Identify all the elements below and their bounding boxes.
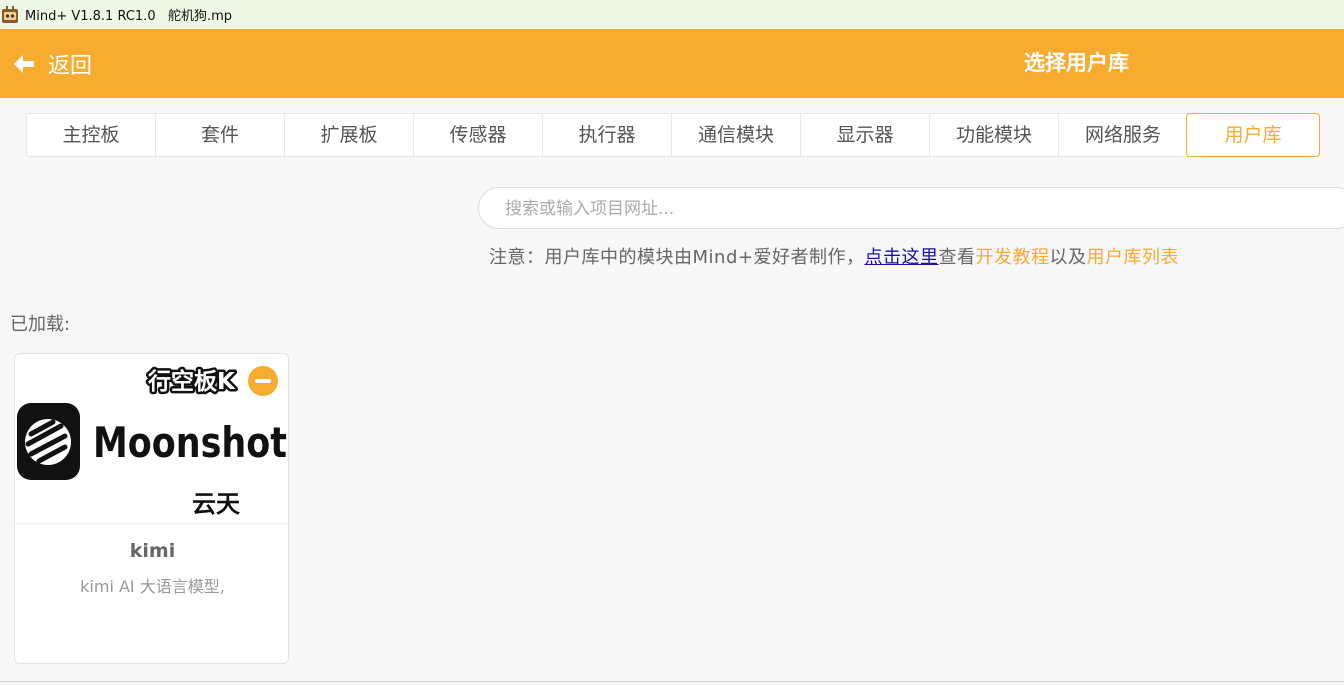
page-title: 选择用户库 xyxy=(1024,51,1129,75)
library-card-title: kimi xyxy=(129,540,176,562)
search-box xyxy=(478,187,1344,230)
card-divider xyxy=(15,523,288,524)
user-library-notice: 注意：用户库中的模块由Mind+爱好者制作，点击这里查看开发教程以及用户库列表 xyxy=(489,243,1179,269)
click-here-link[interactable]: 点击这里 xyxy=(864,247,938,268)
tab-function-module[interactable]: 功能模块 xyxy=(930,113,1059,157)
mindplus-app-icon xyxy=(1,5,19,24)
tab-kit[interactable]: 套件 xyxy=(156,113,285,157)
tab-expansion-board[interactable]: 扩展板 xyxy=(285,113,414,157)
bottom-divider xyxy=(0,681,1344,682)
notice-text-and: 以及 xyxy=(1049,247,1087,268)
search-input[interactable] xyxy=(503,188,1327,230)
arrow-left-icon xyxy=(14,54,34,73)
tab-actuator[interactable]: 执行器 xyxy=(543,113,672,157)
tab-display[interactable]: 显示器 xyxy=(801,113,930,157)
library-card-image-bottom-text: 云天 xyxy=(192,490,240,518)
back-button-label: 返回 xyxy=(48,53,93,79)
window-title-bar: Mind+ V1.8.1 RC1.0 舵机狗.mp xyxy=(0,0,1344,29)
tab-sensor[interactable]: 传感器 xyxy=(414,113,543,157)
library-card-description: kimi AI 大语言模型, xyxy=(80,577,225,596)
remove-library-button[interactable] xyxy=(248,366,278,396)
notice-text-view: 查看 xyxy=(938,247,976,268)
tab-network-service[interactable]: 网络服务 xyxy=(1059,113,1188,157)
back-button[interactable]: 返回 xyxy=(12,29,92,98)
tab-user-library[interactable]: 用户库 xyxy=(1186,113,1320,157)
loaded-label: 已加载: xyxy=(10,314,71,335)
tab-communication[interactable]: 通信模块 xyxy=(672,113,801,157)
header-bar: 返回 选择用户库 xyxy=(0,29,1344,98)
user-library-list-link[interactable]: 用户库列表 xyxy=(1086,247,1179,268)
dev-tutorial-link[interactable]: 开发教程 xyxy=(975,247,1049,268)
library-card-kimi[interactable]: 行空板K 行空板K Moonshot 云天 kimi kimi AI 大语言模型… xyxy=(14,353,289,664)
moonshot-logo-icon xyxy=(17,403,80,480)
svg-text:行空板K: 行空板K xyxy=(147,368,236,395)
category-tabs: 主控板 套件 扩展板 传感器 执行器 通信模块 显示器 功能模块 网络服务 用户… xyxy=(26,113,1320,157)
library-card-brand-text: Moonshot xyxy=(93,418,287,467)
tab-main-board[interactable]: 主控板 xyxy=(26,113,156,157)
notice-text: 注意：用户库中的模块由Mind+爱好者制作， xyxy=(489,247,865,268)
window-title: Mind+ V1.8.1 RC1.0 舵机狗.mp xyxy=(25,9,233,24)
